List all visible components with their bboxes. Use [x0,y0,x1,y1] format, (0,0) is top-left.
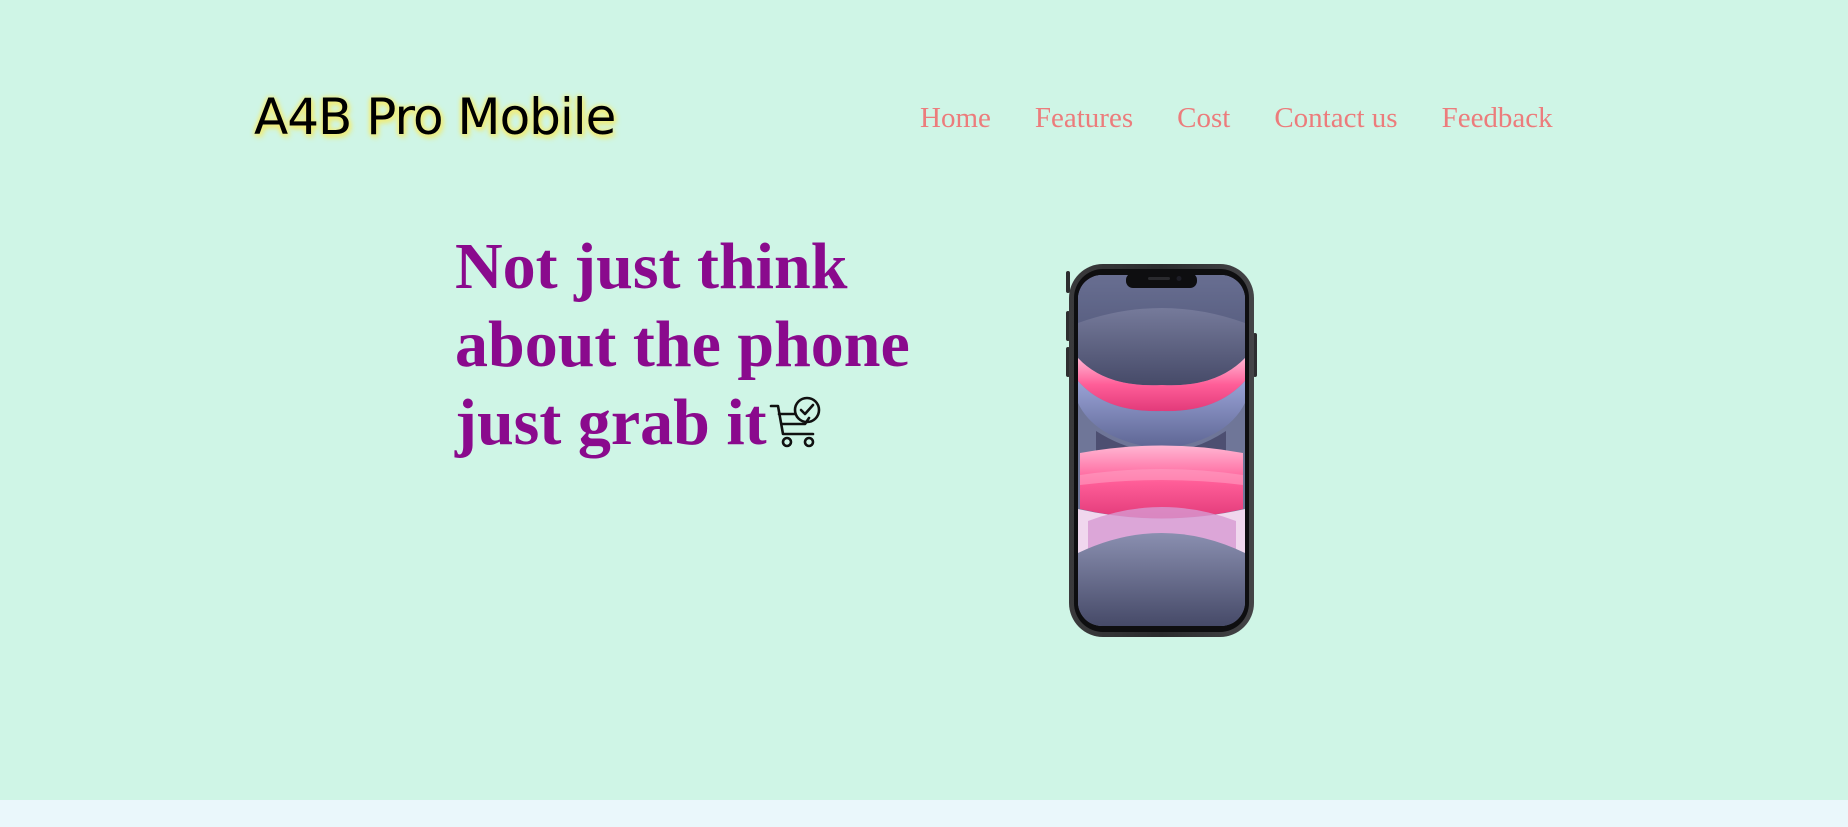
hero-headline: Not just think about the phone just grab… [455,228,975,462]
headline-line-1: Not just think [455,230,848,303]
nav-cost-link[interactable]: Cost [1177,102,1230,135]
nav-contact-link[interactable]: Contact us [1274,102,1397,135]
page-footer-strip [0,800,1848,827]
headline-line-3: just grab it [455,384,975,462]
shopping-cart-check-icon [769,396,820,448]
headline-line-2: about the phone [455,308,910,381]
smartphone-image [1066,264,1257,637]
nav-home-link[interactable]: Home [920,102,991,135]
brand-logo[interactable]: A4B Pro Mobile [254,88,616,146]
headline-line-3-text: just grab it [455,386,767,459]
main-nav: Home Features Cost Contact us Feedback [920,102,1553,135]
nav-features-link[interactable]: Features [1035,102,1133,135]
nav-feedback-link[interactable]: Feedback [1442,102,1553,135]
hero-section: A4B Pro Mobile Home Features Cost Contac… [0,0,1848,800]
